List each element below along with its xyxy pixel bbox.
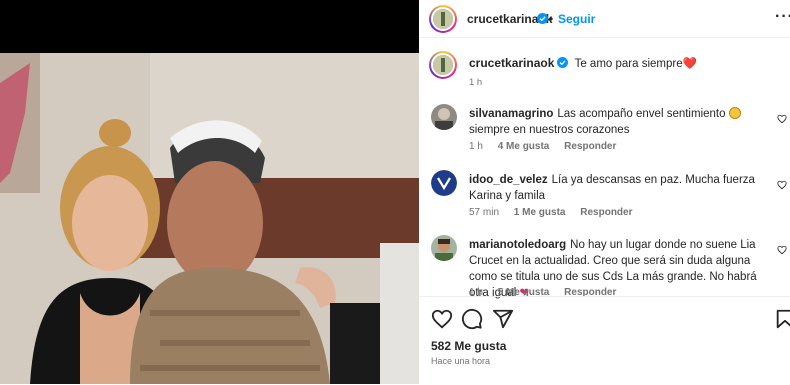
- bookmark-icon[interactable]: [774, 308, 790, 330]
- comment-meta: 57 min 1 Me gusta Responder: [469, 207, 645, 218]
- like-count[interactable]: 582 Me gusta: [431, 339, 506, 353]
- post-details-pane: crucetkarinaok • Seguir ··· crucetkarina…: [419, 0, 790, 384]
- caption-text-row: crucetkarinaok Te amo para siempre❤️: [469, 56, 779, 70]
- author-avatar[interactable]: [429, 5, 457, 33]
- photo-illustration: [0, 53, 419, 384]
- share-icon[interactable]: [492, 308, 514, 330]
- more-icon[interactable]: ···: [775, 8, 790, 26]
- caption-username[interactable]: crucetkarinaok: [469, 56, 554, 70]
- comment-username[interactable]: silvanamagrino: [469, 108, 553, 120]
- reply-button[interactable]: Responder: [580, 207, 632, 218]
- post-header: crucetkarinaok • Seguir ···: [419, 0, 790, 38]
- comment-likes[interactable]: 1 Me gusta: [514, 207, 566, 218]
- follow-button[interactable]: Seguir: [558, 12, 595, 26]
- sad-emoji-icon: [728, 107, 741, 119]
- separator-dot: •: [549, 12, 554, 26]
- comment-text-continued: siempre en nuestros corazones: [469, 124, 630, 136]
- comment-like-heart-icon[interactable]: [777, 245, 787, 255]
- post-media-pane: [0, 0, 419, 384]
- comment-like-heart-icon[interactable]: [777, 180, 787, 190]
- comment-likes[interactable]: 4 Me gusta: [498, 141, 550, 152]
- post-photo[interactable]: [0, 53, 419, 384]
- comment-meta: 1 h 4 Me gusta Responder: [469, 141, 628, 152]
- comment-avatar[interactable]: [431, 235, 457, 261]
- comment-icon[interactable]: [461, 308, 483, 330]
- caption-text: Te amo para siempre❤️: [574, 58, 697, 70]
- comment-like-heart-icon[interactable]: [777, 114, 787, 124]
- comment-username[interactable]: marianotoledoarg: [469, 239, 566, 251]
- comment-username[interactable]: idoo_de_velez: [469, 174, 548, 186]
- heart-icon[interactable]: [431, 308, 453, 330]
- post-time: Hace una hora: [431, 356, 491, 366]
- comment-text-block: idoo_de_velez Lía ya descansas en paz. Mu…: [469, 172, 769, 204]
- reply-button[interactable]: Responder: [564, 141, 616, 152]
- caption-time: 1 h: [469, 77, 483, 88]
- comment-text: Las acompaño envel sentimiento: [557, 108, 726, 120]
- caption-avatar[interactable]: [429, 51, 457, 79]
- verified-icon: [557, 57, 569, 68]
- comment-time: 1 h: [469, 141, 483, 152]
- comment-text-block: silvanamagrino Las acompaño envel sentimi…: [469, 106, 769, 138]
- verified-icon: [537, 13, 548, 24]
- comment-avatar[interactable]: [431, 170, 457, 196]
- comment-avatar[interactable]: [431, 104, 457, 130]
- comment-time: 57 min: [469, 207, 500, 218]
- post-actions: 582 Me gusta Hace una hora: [419, 296, 790, 385]
